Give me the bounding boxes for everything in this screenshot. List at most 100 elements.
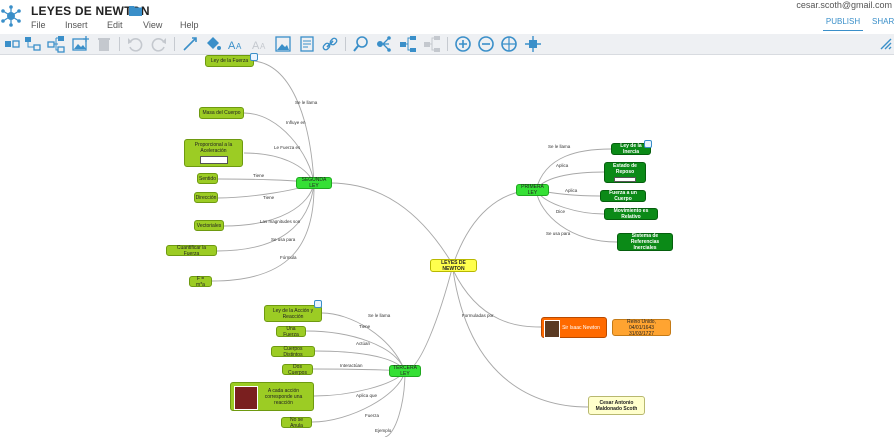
edge-central-segunda	[329, 182, 454, 266]
edge-central-credit	[452, 269, 589, 408]
menu-help[interactable]: Help	[180, 20, 199, 30]
edge-label: Dice	[556, 209, 566, 214]
topic-cuerpos-distintos[interactable]: Cuerpos Distintos	[271, 346, 315, 358]
edge-label: Las magnitudes son	[260, 219, 301, 224]
topic-primera-ley[interactable]: PRIMERA LEY	[516, 184, 549, 196]
unlink-icon[interactable]	[423, 35, 441, 53]
expand-icon[interactable]	[524, 35, 542, 53]
add-relation-icon[interactable]	[47, 35, 65, 53]
topic-credit[interactable]: Cesar Antonio Maldonado Scoth	[588, 396, 645, 415]
insert-image-icon[interactable]	[72, 35, 90, 53]
topic-movimiento-relativo[interactable]: Movimiento es Relativo	[604, 208, 658, 220]
topic-ley-de-la-fuerza[interactable]: Ley de la Fuerza	[205, 55, 254, 67]
menu-view[interactable]: View	[143, 20, 162, 30]
topic-accion-corresponde[interactable]: A cada acción corresponde una reacción	[230, 382, 314, 411]
collapse-panel-icon[interactable]	[877, 35, 894, 53]
topic-label: Estado de Reposo	[613, 163, 637, 175]
topic-sistema-de-referencias[interactable]: Sistema de Referencias Inerciales	[617, 233, 673, 251]
edge-label: Aplica	[565, 188, 578, 193]
edge-label: Aplica	[556, 163, 569, 168]
folder-icon[interactable]	[129, 5, 142, 16]
zoom-in-icon[interactable]	[454, 35, 472, 53]
zoom-out-icon[interactable]	[477, 35, 495, 53]
svg-text:A: A	[228, 40, 236, 52]
topic-fuerza-a-un-cuerpo[interactable]: Fuerza a un Cuerpo	[600, 190, 646, 202]
topic-dos-cuerpos[interactable]: Dos Cuerpos	[282, 364, 313, 376]
topic-vectoriales[interactable]: Vectoriales	[194, 220, 224, 231]
undo-icon[interactable]	[126, 35, 144, 53]
topic-no-se-anula[interactable]: No se Anula	[281, 417, 312, 429]
app-logo-icon[interactable]	[0, 5, 22, 27]
topic-formula[interactable]: F = m*a	[189, 276, 212, 288]
user-email[interactable]: cesar.scoth@gmail.com	[796, 0, 892, 10]
layout-icon[interactable]	[375, 35, 393, 53]
add-topic-icon[interactable]	[3, 35, 21, 53]
toolbar-separator	[447, 37, 448, 51]
tree-icon[interactable]	[399, 35, 417, 53]
note-icon[interactable]	[250, 53, 258, 61]
find-icon[interactable]	[352, 35, 370, 53]
svg-text:A: A	[252, 40, 260, 52]
topic-una-fuerza[interactable]: Una Fuerza	[276, 326, 306, 338]
topic-estado-de-reposo[interactable]: Estado de Reposo	[604, 162, 646, 183]
font-style-icon[interactable]: AA	[252, 35, 270, 53]
edge-segunda-child	[216, 182, 315, 252]
death-text: 31/03/1727	[628, 330, 655, 337]
fill-color-icon[interactable]	[204, 35, 222, 53]
note-icon[interactable]	[644, 140, 652, 148]
edge-label: Se le llama	[368, 313, 391, 318]
add-subtopic-icon[interactable]	[24, 35, 42, 53]
edge-label: Aplica que	[356, 393, 378, 398]
central-topic[interactable]: LEYES DE NEWTON	[430, 259, 477, 272]
topic-tercera-ley[interactable]: TERCERA LEY	[389, 365, 421, 377]
formula-image-icon	[614, 177, 636, 182]
menu-insert[interactable]: Insert	[65, 20, 88, 30]
top-bar: LEYES DE NEWTON File Insert Edit View He…	[0, 0, 894, 34]
topic-direccion[interactable]: Dirección	[194, 192, 218, 203]
svg-text:A: A	[260, 42, 266, 51]
svg-text:A: A	[236, 42, 242, 51]
topic-proporcional[interactable]: Proporcional a la Aceleración	[184, 139, 243, 167]
font-size-icon[interactable]: AA	[228, 35, 246, 53]
edge-central-primera	[452, 189, 537, 266]
link-icon[interactable]	[321, 35, 339, 53]
edge-central-tercera	[404, 264, 454, 372]
topic-label: A cada acción corresponde una reacción	[264, 387, 303, 406]
share-button[interactable]: SHARE	[872, 14, 894, 30]
mind-map-canvas[interactable]: LEYES DE NEWTON SEGUNDA LEY Ley de la Fu…	[0, 53, 894, 437]
note-icon[interactable]	[298, 35, 316, 53]
toolbar-separator	[174, 37, 175, 51]
note-icon[interactable]	[314, 300, 322, 308]
edge-label: Tiene	[263, 195, 275, 200]
topic-segunda-ley[interactable]: SEGUNDA LEY	[296, 177, 332, 189]
edge-label: Se le llama	[295, 100, 318, 105]
publish-button[interactable]: PUBLISH	[823, 14, 863, 31]
menu-edit[interactable]: Edit	[107, 20, 123, 30]
topic-birth-info[interactable]: Reino Unido, 04/01/1643 31/03/1727	[612, 319, 671, 337]
delete-icon[interactable]	[95, 35, 113, 53]
toolbar-separator	[345, 37, 346, 51]
topic-label: Sir Isaac Newton	[562, 324, 600, 331]
edge-label: Actúan	[356, 341, 371, 346]
edge-label: Se le llama	[548, 144, 571, 149]
topic-masa-del-cuerpo[interactable]: Masa del Cuerpo	[199, 107, 244, 119]
edge-label: Tiene	[253, 173, 265, 178]
edge-label: Tiene	[359, 324, 371, 329]
topic-sentido[interactable]: Sentido	[197, 173, 218, 184]
edge-label: Se usa para	[546, 231, 571, 236]
topic-sir-isaac-newton[interactable]: Sir Isaac Newton	[541, 317, 607, 338]
edge-label: Interactúan	[340, 363, 363, 368]
topic-accion-reaccion[interactable]: Ley de la Acción y Reacción	[264, 305, 322, 322]
connector-icon[interactable]	[181, 35, 199, 53]
edge-label: Le Fuerza es	[274, 145, 301, 150]
edge-central-formulated	[452, 269, 542, 328]
zoom-fit-icon[interactable]	[500, 35, 518, 53]
connection-lines	[211, 60, 618, 437]
formula-image-icon	[199, 156, 228, 164]
menu-file[interactable]: File	[31, 20, 46, 30]
redo-icon[interactable]	[150, 35, 168, 53]
door-image-icon	[234, 386, 258, 410]
toolbar-separator	[119, 37, 120, 51]
topic-cuantificar[interactable]: Cuantificar la Fuerza	[166, 245, 217, 257]
image-icon[interactable]	[274, 35, 292, 53]
